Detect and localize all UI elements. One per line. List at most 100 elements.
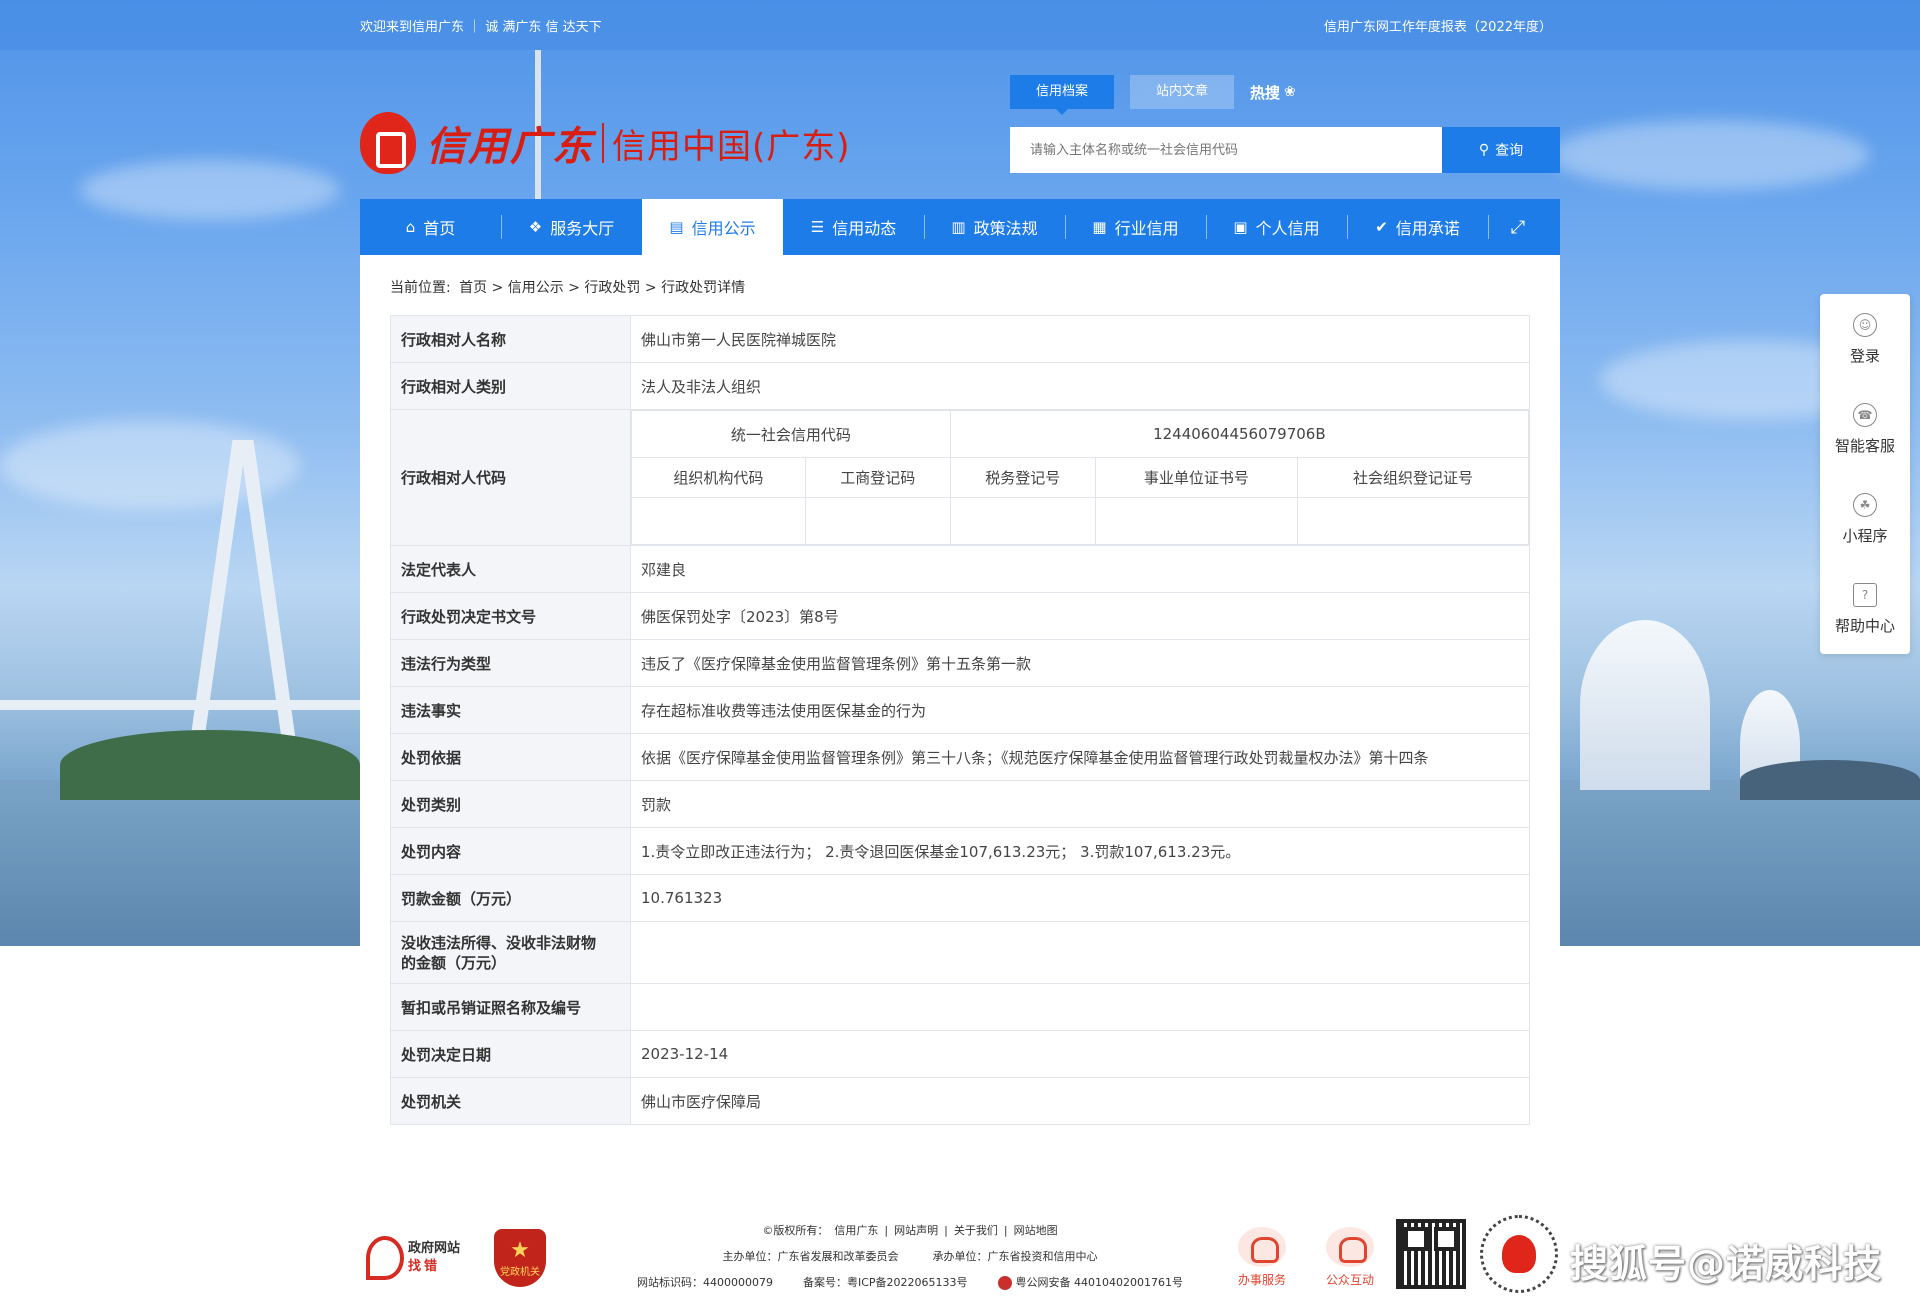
nav-label: 服务大厅: [550, 219, 615, 238]
table-row: 罚款金额（万元） 10.761323: [390, 874, 1530, 922]
expand-button[interactable]: ⤢: [1488, 199, 1548, 255]
footer: 政府网站 找错 ★ 党政机关 ©版权所有： 信用广东 | 网站声明 | 关于我们…: [0, 1205, 1920, 1313]
nav-label: 信用动态: [832, 219, 897, 238]
search-icon: ⚲: [1478, 142, 1490, 158]
mini-program-button[interactable]: ☘ 小程序: [1820, 474, 1910, 564]
field-label: 违法事实: [390, 686, 631, 734]
footer-organizers: 主办单位：广东省发展和改革委员会 承办单位：广东省投资和信用中心: [600, 1243, 1220, 1269]
table-row: 行政相对人代码 统一社会信用代码 12440604456079706B 组织机构…: [390, 409, 1530, 546]
miniapp-icon: ☘: [1853, 492, 1877, 517]
annual-report-link[interactable]: 信用广东网工作年度报表（2022年度）: [1324, 16, 1552, 35]
nav-item-credit-news[interactable]: ☰ 信用动态: [783, 199, 924, 255]
dome-building: [1580, 620, 1710, 790]
field-value: 违反了《医疗保障基金使用监督管理条例》第十五条第一款: [630, 639, 1530, 687]
field-label: 暂扣或吊销证照名称及编号: [390, 983, 631, 1031]
search-tabs: 信用档案 站内文章 热搜 ❀: [1010, 75, 1296, 115]
hot-search-link[interactable]: 热搜 ❀: [1250, 82, 1296, 103]
field-value: [630, 983, 1530, 1031]
footer-sep: |: [884, 1223, 889, 1237]
login-button[interactable]: ☺ 登录: [1820, 294, 1910, 384]
police-record[interactable]: 粤公网安备 44010402001761号: [997, 1274, 1183, 1290]
nav-item-credit-commitment[interactable]: ✔ 信用承诺: [1347, 199, 1488, 255]
field-label: 处罚类别: [390, 780, 631, 828]
field-label: 行政处罚决定书文号: [390, 592, 631, 640]
site-id-text: 网站标识码：4400000079: [636, 1276, 773, 1289]
nav-item-policy[interactable]: ▥ 政策法规: [924, 199, 1065, 255]
footer-link[interactable]: 网站声明: [894, 1222, 938, 1238]
search-input[interactable]: [1010, 127, 1442, 173]
table-row: 处罚内容 1.责令立即改正违法行为； 2.责令退回医保基金107,613.23元…: [390, 827, 1530, 875]
cloud: [1550, 120, 1870, 190]
field-label: 处罚机关: [390, 1077, 631, 1125]
headset-icon: [1238, 1227, 1286, 1267]
interaction-link[interactable]: 公众互动: [1320, 1227, 1380, 1288]
board-icon: ▤: [669, 218, 684, 236]
nav-item-industry-credit[interactable]: ▦ 行业信用: [1065, 199, 1206, 255]
nav-item-service-hall[interactable]: ❖ 服务大厅: [501, 199, 642, 255]
police-badge-icon: [997, 1276, 1012, 1290]
field-label-line: 没收违法所得、没收非法财物: [401, 933, 597, 952]
logo-divider: [602, 123, 604, 163]
nav-label: 行业信用: [1114, 219, 1179, 238]
building-icon: ▦: [1092, 218, 1107, 236]
footer-sep: |: [1003, 1223, 1008, 1237]
gov-badge-line: 政府网站: [408, 1241, 461, 1256]
tab-site-articles[interactable]: 站内文章: [1130, 75, 1235, 109]
smart-service-button[interactable]: ☎ 智能客服: [1820, 384, 1910, 474]
float-label: 智能客服: [1834, 436, 1895, 455]
float-label: 帮助中心: [1834, 616, 1895, 635]
penalty-detail-table: 行政相对人名称 佛山市第一人民医院禅城医院 行政相对人类别 法人及非法人组织 行…: [390, 315, 1530, 1125]
table-row: 没收违法所得、没收非法财物 的金额（万元）: [390, 921, 1530, 984]
gov-site-error-badge[interactable]: 政府网站 找错: [366, 1235, 466, 1281]
field-value: 佛山市医疗保障局: [630, 1077, 1530, 1125]
service-link[interactable]: 办事服务: [1232, 1227, 1292, 1288]
magnifier-icon: [366, 1236, 404, 1280]
breadcrumb-path[interactable]: 首页 > 信用公示 > 行政处罚 > 行政处罚详情: [459, 280, 745, 296]
party-badge-label: 党政机关: [500, 1267, 540, 1278]
icp-link[interactable]: 备案号：粤ICP备2022065133号: [803, 1274, 968, 1290]
expand-icon: ⤢: [1510, 216, 1526, 238]
table-row: 行政相对人名称 佛山市第一人民医院禅城医院: [390, 315, 1530, 363]
party-gov-badge[interactable]: ★ 党政机关: [494, 1229, 546, 1287]
help-icon: ?: [1853, 582, 1877, 607]
table-row: 处罚依据 依据《医疗保障基金使用监督管理条例》第三十八条；《规范医疗保障基金使用…: [390, 733, 1530, 781]
flame-icon: ❀: [1284, 84, 1296, 100]
harbor: [1740, 760, 1920, 800]
table-row: 处罚决定日期 2023-12-14: [390, 1030, 1530, 1078]
nav-item-home[interactable]: ⌂ 首页: [360, 199, 501, 255]
main-nav: ⌂ 首页 ❖ 服务大厅 ▤ 信用公示 ☰ 信用动态 ▥ 政策法规 ▦ 行业信用 …: [360, 199, 1560, 255]
field-value: 法人及非法人组织: [630, 362, 1530, 410]
usc-value: 12440604456079706B: [949, 410, 1530, 458]
field-value: 存在超标准收费等违法使用医保基金的行为: [630, 686, 1530, 734]
site-logo[interactable]: 信用广东 信用中国(广东): [360, 108, 851, 178]
person-icon: ▣: [1233, 218, 1248, 236]
tab-credit-archive[interactable]: 信用档案: [1010, 75, 1115, 115]
field-label: 法定代表人: [390, 545, 631, 593]
footer-link[interactable]: 信用广东: [834, 1222, 878, 1238]
table-row: 组织机构代码 工商登记码 税务登记号 事业单位证书号 社会组织登记证号: [631, 457, 1529, 498]
floating-toolbar: ☺ 登录 ☎ 智能客服 ☘ 小程序 ? 帮助中心: [1820, 294, 1910, 654]
usc-label: 统一社会信用代码: [631, 410, 951, 458]
table-row: 行政相对人类别 法人及非法人组织: [390, 362, 1530, 410]
nav-item-credit-publicity[interactable]: ▤ 信用公示: [642, 199, 783, 255]
footer-links: ©版权所有： 信用广东 | 网站声明 | 关于我们 | 网站地图: [600, 1217, 1220, 1243]
organizer-text: 承办单位：广东省投资和信用中心: [932, 1250, 1098, 1263]
help-center-button[interactable]: ? 帮助中心: [1820, 564, 1910, 654]
footer-link[interactable]: 关于我们: [954, 1222, 998, 1238]
float-label: 登录: [1849, 346, 1880, 365]
nav-label: 信用公示: [691, 219, 756, 238]
field-value: 佛山市第一人民医院禅城医院: [630, 315, 1530, 363]
shield-icon: ✔: [1375, 218, 1388, 236]
nav-label: 首页: [423, 219, 456, 238]
nav-item-personal-credit[interactable]: ▣ 个人信用: [1206, 199, 1347, 255]
code-col-value: [949, 497, 1096, 545]
footer-registration: 网站标识码：4400000079 备案号：粤ICP备2022065133号 粤公…: [600, 1269, 1220, 1295]
doc-icon: ▥: [951, 218, 966, 236]
float-label: 小程序: [1842, 526, 1888, 545]
search-button[interactable]: ⚲ 查询: [1442, 127, 1560, 173]
field-value: 罚款: [630, 780, 1530, 828]
footer-link[interactable]: 网站地图: [1014, 1222, 1058, 1238]
table-row: [631, 497, 1529, 545]
table-row: 违法行为类型 违反了《医疗保障基金使用监督管理条例》第十五条第一款: [390, 639, 1530, 687]
code-col-header: 组织机构代码: [631, 457, 806, 498]
